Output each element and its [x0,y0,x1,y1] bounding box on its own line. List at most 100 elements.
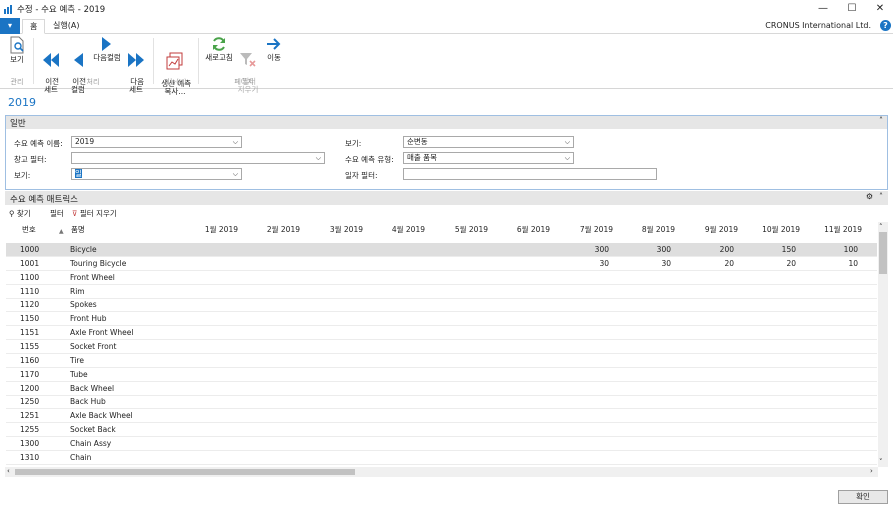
forecast-type-field[interactable]: 매출 품목 ⌵ [403,152,574,164]
column-header-month[interactable]: 2월 2019 [250,224,300,235]
item-description-cell[interactable]: Tube [70,368,88,381]
column-header-month[interactable]: 1월 2019 [188,224,238,235]
item-no-cell[interactable]: 1155 [20,340,39,353]
forecast-quantity-cell[interactable]: 20 [684,257,734,270]
column-header-month[interactable]: 10월 2019 [750,224,800,235]
copy-production-forecast-button[interactable]: 생산 예측 복사... [157,36,193,96]
scroll-right-icon[interactable]: › [870,467,873,475]
column-header-month[interactable]: 11월 2019 [812,224,862,235]
column-header-month[interactable]: 5월 2019 [438,224,488,235]
table-row[interactable]: 1250 Back Hub [6,395,877,410]
item-no-cell[interactable]: 1110 [20,285,39,298]
horizontal-scroll-thumb[interactable] [15,469,355,475]
table-row[interactable]: 1310 Chain [6,451,877,465]
close-button[interactable]: ✕ [866,0,893,18]
item-no-cell[interactable]: 1250 [20,395,39,408]
scroll-left-icon[interactable]: ‹ [7,467,10,475]
refresh-button[interactable]: 새로고침 [203,36,235,62]
forecast-quantity-cell[interactable]: 30 [621,257,671,270]
item-description-cell[interactable]: Axle Front Wheel [70,326,134,339]
column-header-month[interactable]: 9월 2019 [688,224,738,235]
item-no-cell[interactable]: 1300 [20,437,39,450]
forecast-quantity-cell[interactable]: 200 [684,243,734,256]
item-no-cell[interactable]: 1120 [20,298,39,311]
item-no-cell[interactable]: 1150 [20,312,39,325]
item-description-cell[interactable]: Axle Back Wheel [70,409,133,422]
forecast-quantity-cell[interactable]: 300 [559,243,609,256]
forecast-quantity-cell[interactable]: 20 [746,257,796,270]
forecast-name-field[interactable]: 2019 ⌵ [71,136,242,148]
item-no-cell[interactable]: 1310 [20,451,39,464]
table-row[interactable]: 1155 Socket Front [6,340,877,354]
item-no-cell[interactable]: 1000 [20,243,39,256]
tab-home[interactable]: 홈 [22,19,46,34]
column-header-month[interactable]: 6월 2019 [500,224,550,235]
minimize-button[interactable]: — [809,0,837,18]
table-row[interactable]: 1160 Tire [6,354,877,368]
item-description-cell[interactable]: Bicycle [70,243,97,256]
app-menu-button[interactable]: ▾ [0,18,20,34]
goto-button[interactable]: 이동 [263,36,285,62]
forecast-quantity-cell[interactable]: 100 [808,243,858,256]
column-header-month[interactable]: 8월 2019 [625,224,675,235]
table-row[interactable]: 1100 Front Wheel [6,271,877,285]
vertical-scroll-thumb[interactable] [879,232,887,274]
item-description-cell[interactable]: Socket Front [70,340,116,353]
item-no-cell[interactable]: 1160 [20,354,39,367]
table-row[interactable]: 1120 Spokes [6,298,877,313]
view-button[interactable]: 보기 [6,36,28,64]
column-header-month[interactable]: 4월 2019 [375,224,425,235]
table-row[interactable]: 1001 Touring Bicycle 30 30 20 20 10 [6,257,877,271]
view-amount-field[interactable]: 순변동 ⌵ [403,136,574,148]
item-description-cell[interactable]: Rim [70,285,85,298]
location-filter-field[interactable]: ⌵ [71,152,325,164]
item-no-cell[interactable]: 1170 [20,368,39,381]
table-row[interactable]: 1170 Tube [6,368,877,382]
maximize-button[interactable]: ☐ [838,0,866,18]
forecast-quantity-cell[interactable]: 150 [746,243,796,256]
table-row[interactable]: 1151 Axle Front Wheel [6,326,877,341]
tab-actions[interactable]: 실행(A) [46,19,86,34]
item-description-cell[interactable]: Chain [70,451,91,464]
item-description-cell[interactable]: Socket Back [70,423,116,436]
column-header-description[interactable]: 품명 [71,224,85,235]
gear-icon[interactable]: ⚙ [866,192,873,201]
item-description-cell[interactable]: Back Hub [70,395,106,408]
column-header-no[interactable]: 번호 [22,224,36,235]
scroll-up-icon[interactable]: ˄ [879,223,883,231]
item-no-cell[interactable]: 1255 [20,423,39,436]
find-button[interactable]: ⚲ 찾기 [9,208,31,219]
forecast-quantity-cell[interactable]: 10 [808,257,858,270]
item-no-cell[interactable]: 1151 [20,326,39,339]
item-no-cell[interactable]: 1200 [20,382,39,395]
table-row[interactable]: 1110 Rim [6,285,877,299]
table-row[interactable]: 1200 Back Wheel [6,382,877,396]
table-row[interactable]: 1255 Socket Back [6,423,877,438]
item-description-cell[interactable]: Tire [70,354,84,367]
scroll-down-icon[interactable]: ˅ [879,458,883,466]
view-period-field[interactable]: 일 ⌵ [71,168,242,180]
column-header-month[interactable]: 7월 2019 [563,224,613,235]
help-icon[interactable]: ? [880,20,891,31]
next-column-button[interactable]: 다음컬럼 [92,36,122,62]
item-description-cell[interactable]: Front Wheel [70,271,115,284]
date-filter-field[interactable] [403,168,657,180]
table-row[interactable]: 1150 Front Hub [6,312,877,327]
table-row[interactable]: 1251 Axle Back Wheel [6,409,877,424]
forecast-quantity-cell[interactable]: 30 [559,257,609,270]
item-no-cell[interactable]: 1001 [20,257,39,270]
forecast-quantity-cell[interactable]: 300 [621,243,671,256]
item-description-cell[interactable]: Front Hub [70,312,107,325]
table-row[interactable]: 1000 Bicycle 300 300 200 150 100 [6,243,877,257]
filter-button[interactable]: 필터 [50,208,64,219]
general-section-header[interactable] [5,115,888,129]
item-description-cell[interactable]: Spokes [70,298,97,311]
item-no-cell[interactable]: 1100 [20,271,39,284]
collapse-icon[interactable]: ˄ [879,192,883,201]
item-description-cell[interactable]: Touring Bicycle [70,257,126,270]
item-no-cell[interactable]: 1251 [20,409,39,422]
item-description-cell[interactable]: Back Wheel [70,382,114,395]
column-header-month[interactable]: 3월 2019 [313,224,363,235]
table-row[interactable]: 1300 Chain Assy [6,437,877,451]
clear-filter-list-button[interactable]: ⊽ 필터 지우기 [72,208,117,219]
